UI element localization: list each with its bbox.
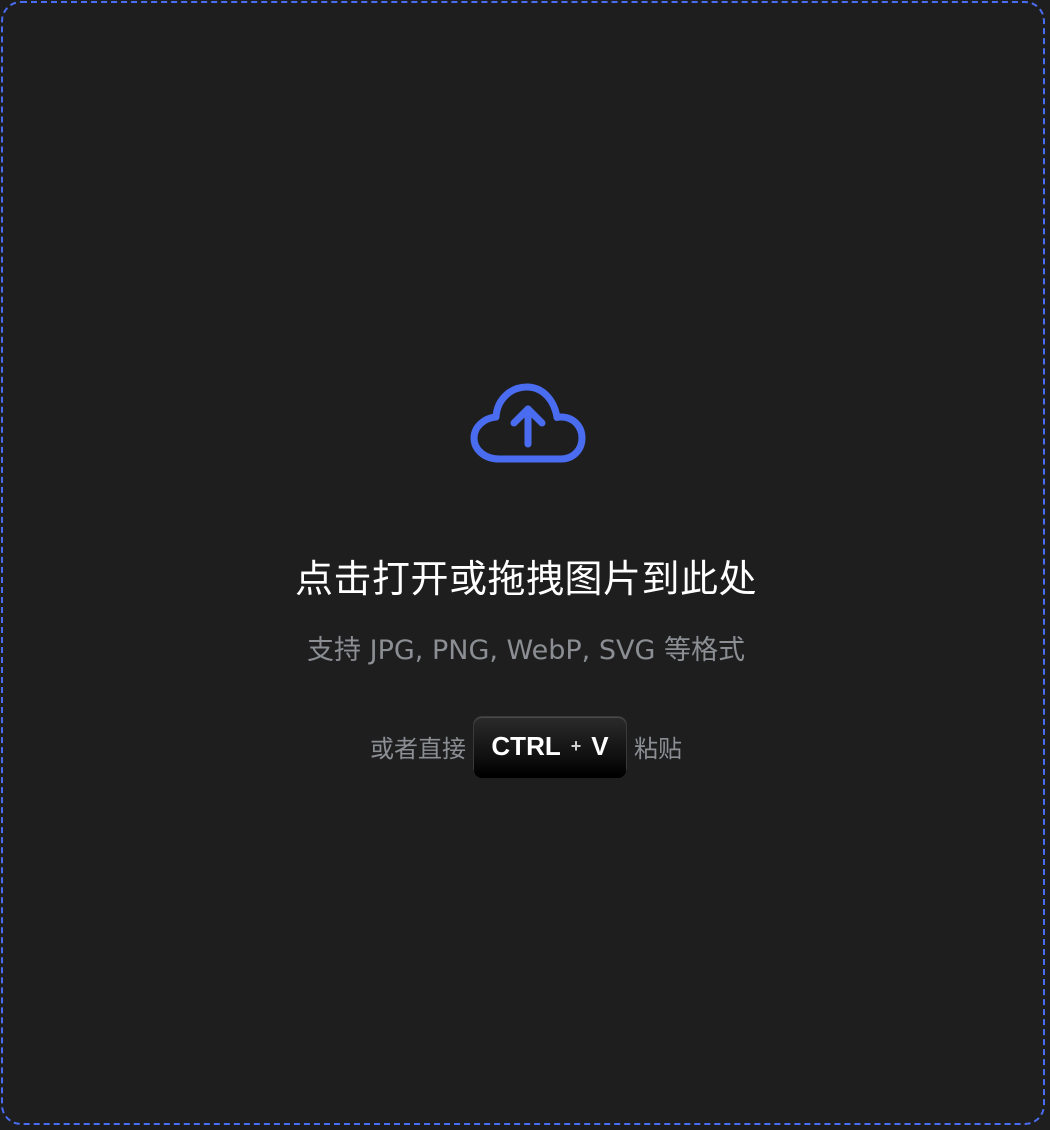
image-drop-zone[interactable]: 点击打开或拖拽图片到此处 支持 JPG, PNG, WebP, SVG 等格式 …: [1, 1, 1045, 1125]
paste-hint-prefix: 或者直接: [370, 734, 466, 763]
cloud-upload-icon: [470, 383, 586, 463]
ctrl-key-label: CTRL: [491, 730, 561, 761]
paste-hint: 或者直接 CTRL + V 粘贴: [3, 715, 1049, 777]
paste-hint-suffix: 粘贴: [634, 734, 682, 763]
supported-formats-text: 支持 JPG, PNG, WebP, SVG 等格式: [307, 635, 745, 666]
plus-sign: +: [570, 735, 582, 756]
v-key-label: V: [591, 730, 609, 761]
drop-zone-title: 点击打开或拖拽图片到此处: [294, 557, 757, 601]
ctrl-v-keycap: CTRL + V: [474, 717, 626, 775]
